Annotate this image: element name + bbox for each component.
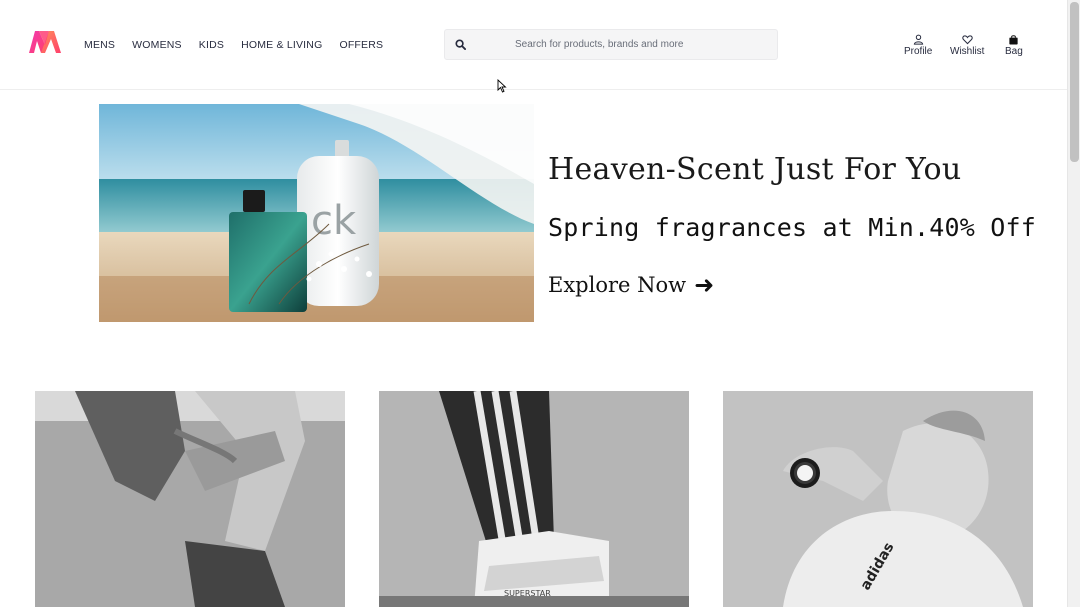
mouse-cursor-icon [497, 79, 507, 93]
site-header: MENS WOMENS KIDS HOME & LIVING OFFERS Pr… [0, 0, 1067, 90]
explore-now-link[interactable]: Explore Now ➜ [548, 271, 714, 299]
woman-smartwatch-image: adidas [723, 391, 1033, 607]
profile-button[interactable]: Profile [904, 33, 932, 57]
mens-jeans-image [35, 391, 345, 607]
nav-offers[interactable]: OFFERS [339, 39, 383, 51]
svg-text:SUPERSTAR: SUPERSTAR [504, 589, 551, 598]
bag-icon [1008, 33, 1020, 45]
nav-kids[interactable]: KIDS [199, 39, 224, 51]
svg-text:ck: ck [311, 198, 357, 244]
main-nav: MENS WOMENS KIDS HOME & LIVING OFFERS [84, 39, 400, 51]
nav-mens[interactable]: MENS [84, 39, 115, 51]
profile-label: Profile [904, 46, 933, 57]
page-scrollbar[interactable] [1067, 0, 1080, 607]
arrow-right-icon: ➜ [694, 271, 715, 299]
hero-title: Heaven-Scent Just For You [548, 152, 962, 187]
myntra-logo-icon[interactable] [27, 29, 63, 55]
track-pants-sneaker-image: SUPERSTAR [379, 391, 689, 607]
search-bar [444, 29, 778, 60]
search-icon[interactable] [445, 29, 475, 60]
heart-icon [961, 33, 973, 45]
bag-label: Bag [1005, 46, 1023, 57]
wishlist-button[interactable]: Wishlist [950, 33, 984, 57]
hero-subtitle: Spring fragrances at Min.40% Off [548, 213, 1037, 242]
nav-womens[interactable]: WOMENS [132, 39, 182, 51]
scrollbar-thumb[interactable] [1070, 2, 1079, 162]
fragrance-banner-image[interactable]: ck [99, 104, 534, 322]
track-pants-card[interactable]: SUPERSTAR [379, 391, 689, 607]
nav-home-living[interactable]: HOME & LIVING [241, 39, 322, 51]
wishlist-label: Wishlist [950, 46, 985, 57]
bag-button[interactable]: Bag [1005, 33, 1023, 57]
explore-now-label: Explore Now [548, 273, 687, 297]
mens-jeans-card[interactable] [35, 391, 345, 607]
woman-smartwatch-card[interactable]: adidas [723, 391, 1033, 607]
profile-icon [912, 33, 924, 45]
search-input[interactable] [475, 30, 777, 59]
